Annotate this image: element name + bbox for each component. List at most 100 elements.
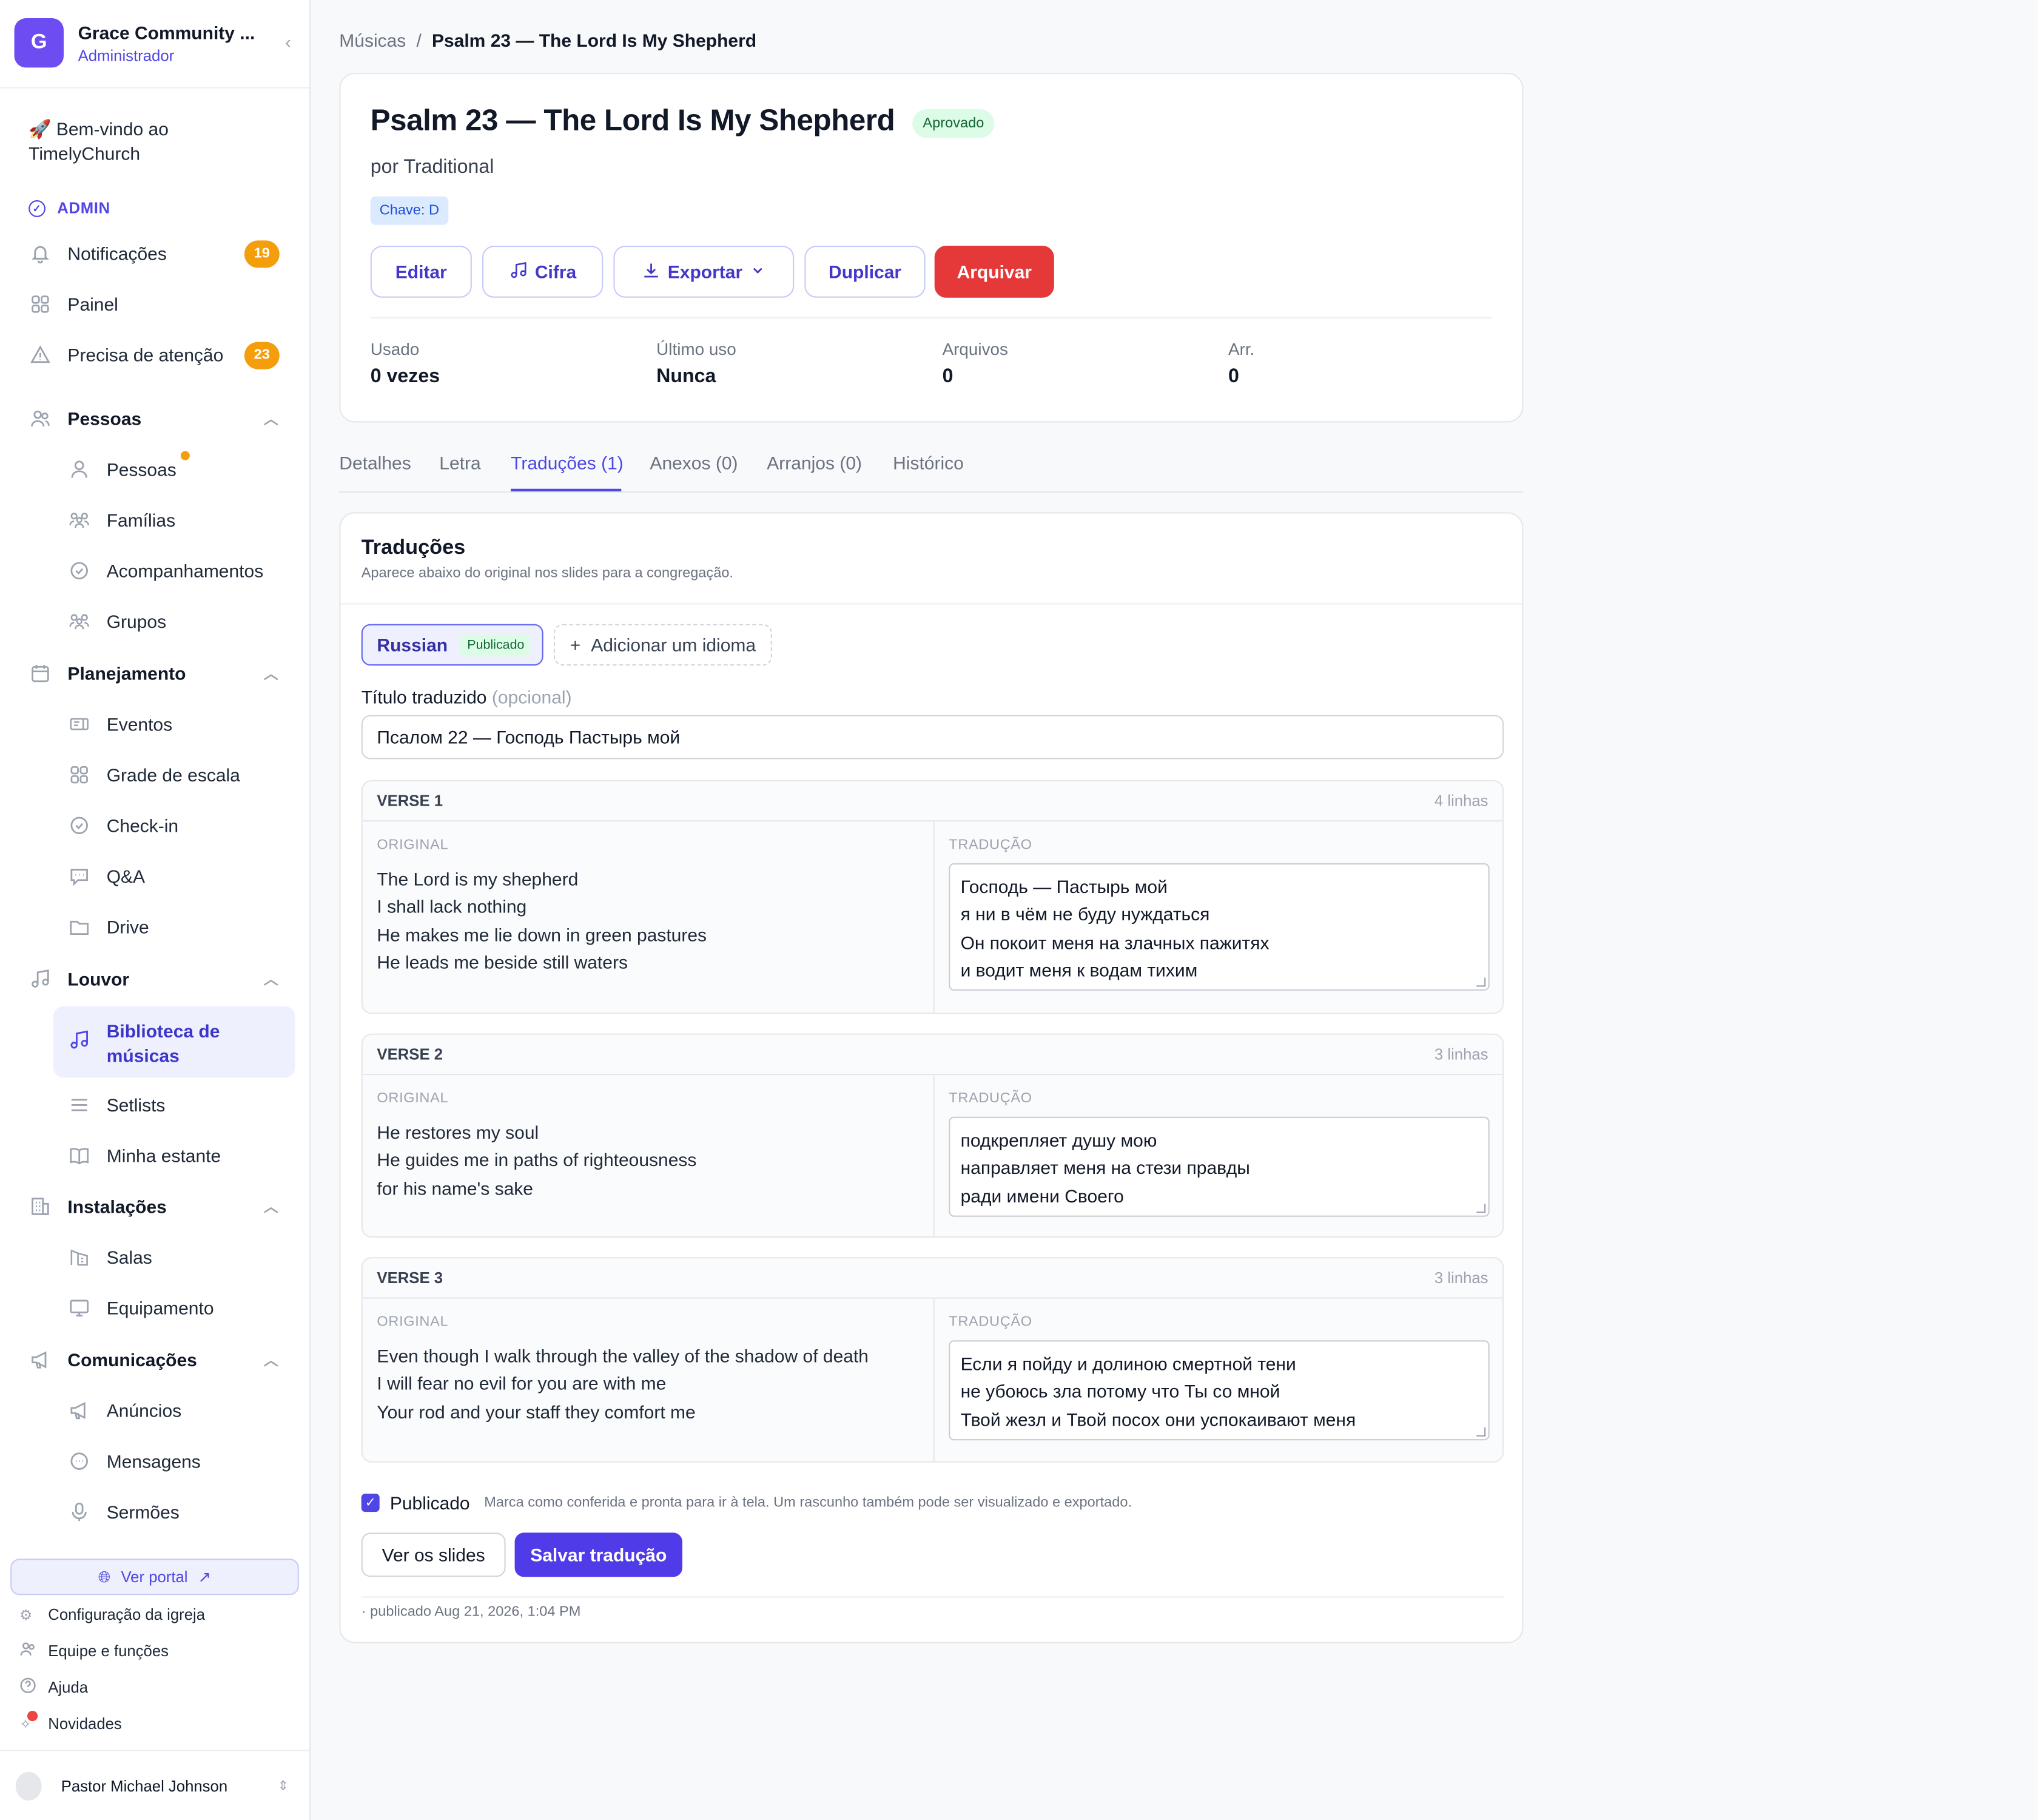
verse-name: VERSE 1: [377, 792, 443, 810]
sidebar-item-bookshelf[interactable]: Minha estante: [67, 1140, 288, 1171]
sidebar-item-families[interactable]: Famílias: [67, 504, 288, 535]
org-role: Administrador: [78, 46, 175, 65]
resize-handle[interactable]: [1476, 977, 1486, 987]
sidebar-group-facilities[interactable]: Instalações ︿: [29, 1191, 289, 1222]
translation-textarea[interactable]: подкрепляет душу мою направляет меня на …: [949, 1116, 1490, 1217]
divider: [370, 317, 1492, 318]
music-icon: [69, 1030, 90, 1057]
resize-handle[interactable]: [1476, 1427, 1486, 1437]
verse-block: VERSE 3 3 linhas ORIGINAL Even though I …: [361, 1257, 1504, 1463]
sidebar-item-help[interactable]: Ajuda: [19, 1676, 88, 1699]
sidebar-item-qa[interactable]: Q&A: [67, 861, 288, 892]
gear-icon: ⚙: [19, 1607, 33, 1623]
original-lyrics: The Lord is my shepherd I shall lack not…: [377, 868, 707, 972]
breadcrumb-separator: /: [416, 30, 422, 51]
verse-name: VERSE 2: [377, 1045, 443, 1063]
original-label: ORIGINAL: [377, 837, 449, 853]
sidebar-item-announcements[interactable]: Anúncios: [67, 1395, 288, 1426]
chevron-up-icon: ︿: [264, 1353, 278, 1369]
collapse-sidebar-icon[interactable]: ‹: [285, 31, 291, 52]
sidebar-item-rooms[interactable]: Salas: [67, 1241, 288, 1272]
tab-translations[interactable]: Traduções (1): [511, 453, 624, 473]
edit-button[interactable]: Editar: [370, 246, 472, 298]
download-icon: [642, 261, 660, 283]
sidebar-item-whats-new[interactable]: ✧ Novidades: [19, 1710, 122, 1736]
duplicate-button[interactable]: Duplicar: [804, 246, 926, 298]
sidebar-item-setlists[interactable]: Setlists: [67, 1090, 288, 1121]
view-slides-button[interactable]: Ver os slides: [361, 1532, 506, 1577]
sidebar-item-team-roles[interactable]: Equipe e funções: [19, 1639, 169, 1663]
sparkle-icon: ✧: [19, 1710, 38, 1732]
breadcrumb-current: Psalm 23 — The Lord Is My Shepherd: [431, 30, 757, 51]
sidebar-item-song-library[interactable]: Biblioteca de músicas: [53, 1006, 295, 1078]
sidebar-item-schedule-grid[interactable]: Grade de escala: [67, 759, 288, 790]
sidebar-group-communications[interactable]: Comunicações ︿: [29, 1344, 289, 1375]
add-language-button[interactable]: + Adicionar um idioma: [553, 624, 772, 666]
sidebar-item-church-settings[interactable]: ⚙ Configuração da igreja: [19, 1603, 205, 1626]
chevron-up-icon: ︿: [264, 412, 278, 428]
megaphone-icon: [67, 1399, 91, 1423]
verse-name: VERSE 3: [377, 1269, 443, 1287]
sidebar-item-followups[interactable]: Acompanhamentos: [67, 555, 288, 586]
megaphone-icon: [29, 1348, 52, 1372]
sidebar-group-worship[interactable]: Louvor ︿: [29, 963, 289, 994]
globe-icon: 🌐︎: [98, 1567, 111, 1586]
welcome-link[interactable]: 🚀 Bem-vindo ao TimelyChurch: [29, 117, 275, 166]
export-dropdown-button[interactable]: Exportar: [613, 246, 795, 298]
sidebar-item-panel[interactable]: Painel: [29, 289, 289, 320]
user-menu[interactable]: Pastor Michael Johnson ⇕: [15, 1771, 295, 1802]
sidebar-item-events[interactable]: Eventos: [67, 709, 288, 740]
stat-files: Arquivos 0: [942, 339, 1008, 388]
divider: [340, 603, 1522, 605]
translation-textarea[interactable]: Господь — Пастырь мой я ни в чём не буду…: [949, 863, 1490, 991]
archive-button[interactable]: Arquivar: [934, 246, 1054, 298]
music-icon: [29, 967, 52, 991]
chevron-up-icon: ︿: [264, 1199, 278, 1216]
sidebar-item-sermons[interactable]: Sermões: [67, 1496, 288, 1527]
published-label: Publicado: [389, 1492, 470, 1514]
sidebar-item-checkin[interactable]: Check-in: [67, 810, 288, 841]
resize-handle[interactable]: [1476, 1204, 1486, 1213]
save-translation-button[interactable]: Salvar tradução: [514, 1532, 682, 1577]
tab-history[interactable]: Histórico: [893, 453, 964, 473]
chevron-up-icon: ︿: [264, 667, 278, 682]
translation-label: TRADUÇÃO: [949, 1090, 1032, 1107]
org-switcher[interactable]: G Grace Community ... Administrador: [14, 18, 298, 68]
sidebar-item-groups[interactable]: Grupos: [67, 606, 288, 637]
org-name: Grace Community ...: [78, 21, 255, 42]
sidebar-group-people[interactable]: Pessoas ︿: [29, 403, 289, 434]
published-help-text: Marca como conferida e pronta para ir à …: [484, 1495, 1132, 1511]
translation-label: TRADUÇÃO: [949, 1314, 1032, 1330]
org-logo: G: [14, 18, 64, 68]
chords-button[interactable]: Cifra: [482, 246, 604, 298]
sidebar-item-people[interactable]: Pessoas: [67, 451, 288, 485]
sidebar-item-attention[interactable]: Precisa de atenção 23: [29, 339, 289, 370]
language-tab-russian[interactable]: Russian Publicado: [361, 624, 543, 666]
page-title: Psalm 23 — The Lord Is My Shepherd: [370, 103, 895, 136]
sidebar-item-equipment[interactable]: Equipamento: [67, 1292, 288, 1323]
ticket-icon: [67, 712, 91, 736]
calendar-icon: [29, 662, 52, 686]
translation-textarea[interactable]: Если я пойду и долиною смертной тени не …: [949, 1340, 1490, 1441]
translated-title-input[interactable]: [361, 715, 1504, 760]
notifications-badge: 19: [244, 240, 280, 268]
tab-arrangements[interactable]: Arranjos (0): [767, 453, 862, 473]
tab-attachments[interactable]: Anexos (0): [650, 453, 738, 473]
section-subtitle: Aparece abaixo do original nos slides pa…: [361, 565, 734, 581]
tab-lyrics[interactable]: Letra: [439, 453, 480, 473]
view-portal-button[interactable]: 🌐︎ Ver portal ↗: [10, 1559, 299, 1596]
sidebar-group-planning[interactable]: Planejamento ︿: [29, 658, 289, 689]
breadcrumb-link-songs[interactable]: Músicas: [339, 30, 406, 50]
new-indicator-dot: [180, 451, 190, 460]
published-checkbox[interactable]: ✓: [361, 1494, 380, 1512]
sidebar-item-notifications[interactable]: Notificações 19: [29, 238, 289, 269]
verse-line-count: 4 linhas: [1434, 792, 1488, 810]
sidebar-item-drive[interactable]: Drive: [67, 911, 288, 942]
warning-icon: [29, 343, 52, 367]
tab-details[interactable]: Detalhes: [339, 453, 411, 473]
original-lyrics: He restores my soul He guides me in path…: [377, 1122, 697, 1198]
folder-icon: [67, 915, 91, 939]
sidebar-item-messages[interactable]: Mensagens: [67, 1446, 288, 1477]
group-icon: [67, 610, 91, 633]
song-header-card: Psalm 23 — The Lord Is My Shepherd Aprov…: [339, 73, 1524, 423]
